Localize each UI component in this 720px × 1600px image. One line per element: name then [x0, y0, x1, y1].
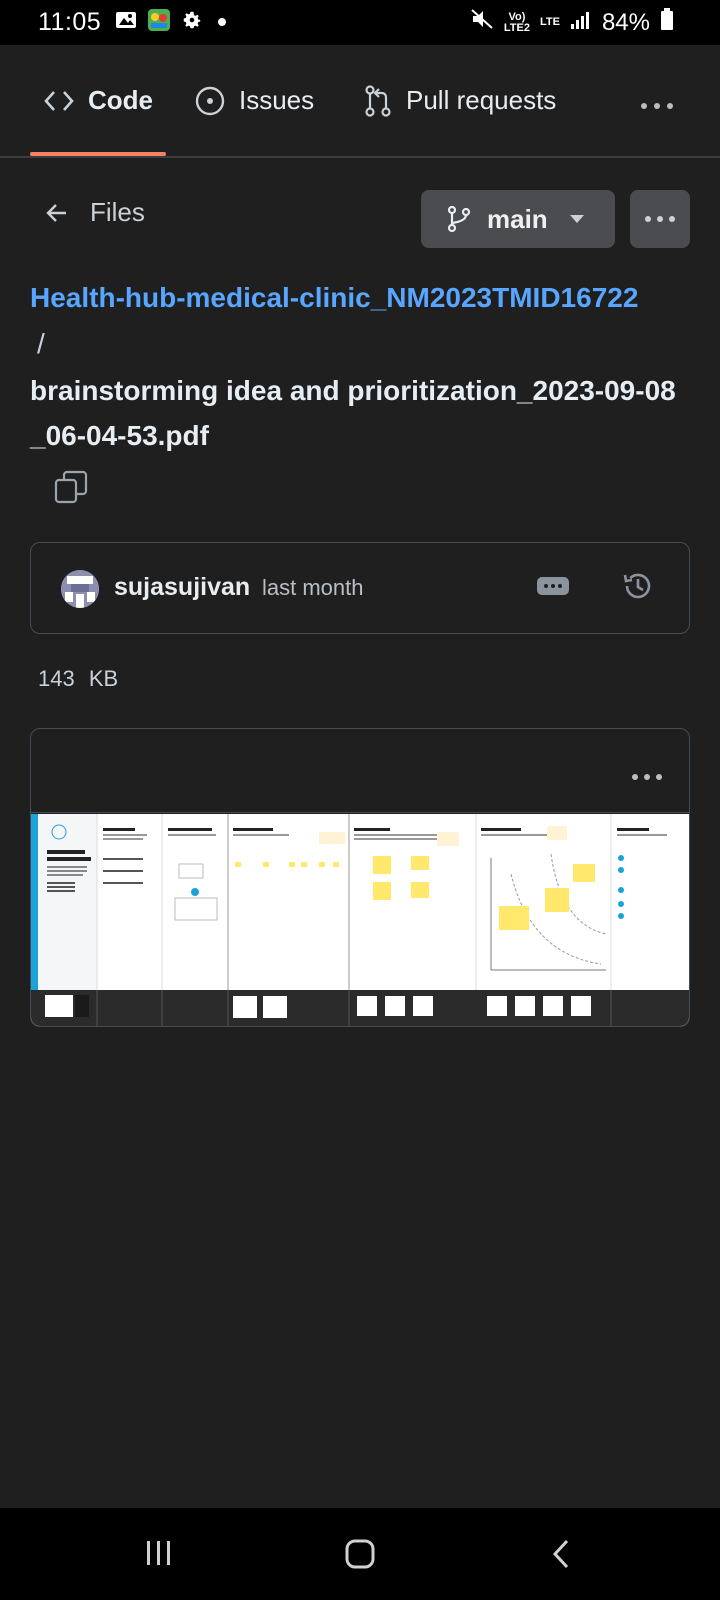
active-tab-indicator — [30, 152, 166, 156]
preview-header — [31, 729, 689, 813]
history-icon — [621, 573, 655, 607]
history-button[interactable] — [621, 569, 655, 608]
gear-icon — [181, 9, 203, 36]
network-top: Vo) — [508, 10, 526, 23]
files-back-label: Files — [90, 197, 145, 227]
home-icon — [344, 1539, 376, 1574]
status-time: 11:05 — [38, 8, 102, 36]
tab-code-label: Code — [88, 85, 153, 115]
tab-pull-requests[interactable]: Pull requests — [364, 45, 556, 156]
tab-code[interactable]: Code — [44, 45, 153, 156]
recent-apps-icon — [144, 1541, 174, 1572]
game-icon — [147, 8, 171, 37]
arrow-left-icon — [46, 203, 68, 223]
image-icon — [115, 10, 137, 35]
back-icon — [550, 1539, 572, 1574]
network-indicator: Vo) LTE2 — [503, 10, 530, 34]
branch-selector[interactable]: main — [421, 190, 615, 248]
tab-issues[interactable]: Issues — [195, 45, 314, 156]
more-horizontal-icon — [640, 84, 674, 118]
back-button[interactable] — [550, 1538, 572, 1575]
pull-request-icon — [364, 84, 392, 117]
tab-issues-label: Issues — [239, 85, 315, 115]
latest-commit: sujasujivan last month — [30, 542, 690, 634]
code-icon — [44, 89, 74, 113]
file-more-button[interactable] — [630, 190, 690, 248]
branch-name: main — [487, 203, 548, 234]
preview-more-button[interactable] — [631, 761, 663, 787]
files-back-button[interactable]: Files — [46, 197, 145, 228]
avatar[interactable] — [61, 570, 99, 608]
recent-apps-button[interactable] — [144, 1538, 174, 1573]
battery-icon — [660, 7, 674, 38]
path-separator: / — [37, 328, 45, 359]
copy-icon — [54, 470, 88, 508]
file-preview[interactable] — [30, 728, 690, 1027]
mute-icon — [470, 8, 494, 37]
battery-percent: 84% — [601, 8, 650, 36]
home-button[interactable] — [344, 1538, 376, 1575]
file-name: brainstorming idea and prioritization_20… — [30, 375, 676, 451]
repo-link[interactable]: Health-hub-medical-clinic_NM2023TMID1672… — [30, 282, 638, 314]
commit-time: last month — [262, 575, 364, 600]
system-nav-bar — [0, 1508, 720, 1600]
commit-author[interactable]: sujasujivan — [114, 573, 250, 602]
repo-tabs: Code Issues Pull requests — [0, 45, 720, 158]
commit-message-expand-button[interactable] — [537, 577, 569, 595]
copy-path-button[interactable] — [54, 470, 88, 509]
dot-icon — [213, 14, 231, 32]
signal-icon — [570, 9, 592, 37]
status-bar: 11:05 Vo) LTE2 LTE 84% — [0, 0, 720, 45]
branch-icon — [447, 205, 471, 233]
tabs-more-button[interactable] — [640, 45, 674, 156]
more-horizontal-icon — [644, 210, 676, 228]
network-bottom: LTE2 — [503, 21, 530, 34]
file-size: 143 KB — [38, 666, 119, 691]
tab-pull-requests-label: Pull requests — [406, 85, 557, 115]
lte-indicator: LTE — [539, 16, 560, 28]
pdf-thumbnail — [31, 814, 689, 1026]
caret-down-icon — [569, 215, 584, 223]
issue-icon — [195, 86, 225, 116]
